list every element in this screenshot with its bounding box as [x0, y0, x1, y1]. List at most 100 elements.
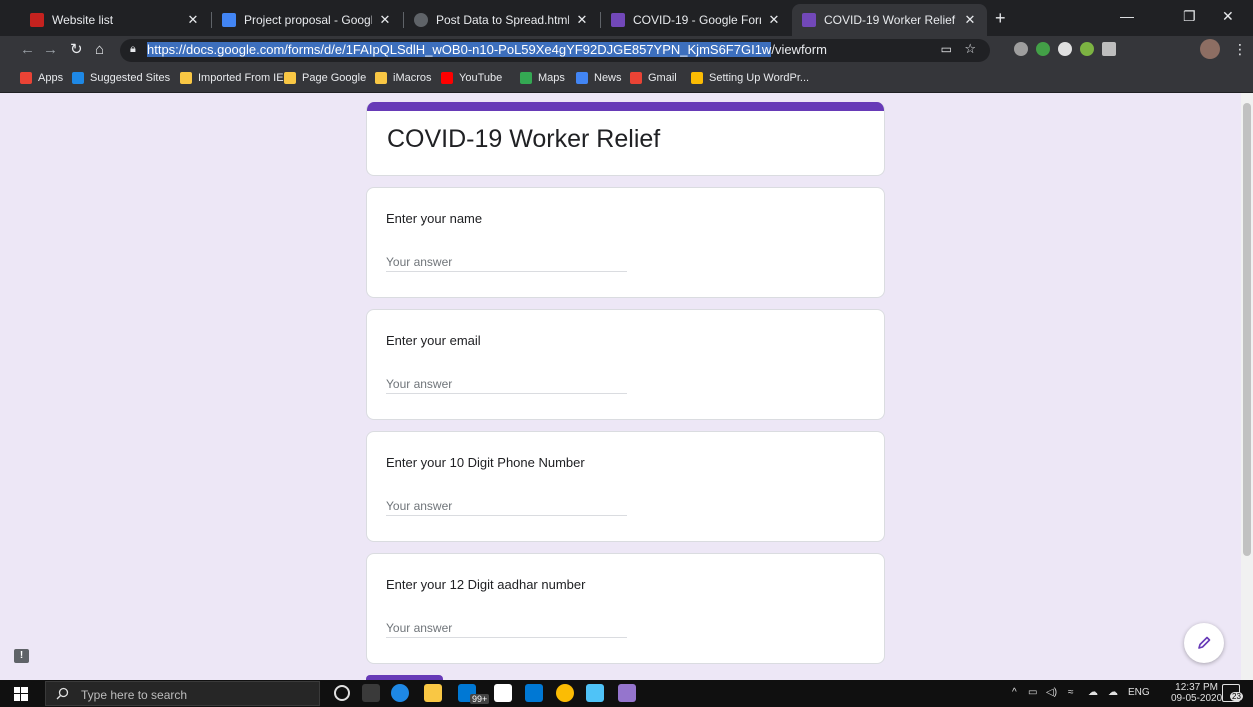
email-input[interactable]: [386, 374, 627, 394]
tray-chevron-icon[interactable]: ^: [1012, 687, 1017, 698]
bookmark-gmail[interactable]: Gmail: [630, 72, 677, 84]
cast-icon[interactable]: ▭: [941, 42, 952, 56]
globe-icon: [414, 13, 428, 27]
new-tab-button[interactable]: +: [995, 9, 1006, 27]
tab-post-data[interactable]: Post Data to Spread.html ✕: [404, 4, 599, 36]
question-label: Enter your email: [386, 333, 481, 348]
extension-icon[interactable]: [1080, 42, 1094, 56]
file-explorer-icon[interactable]: [424, 684, 442, 702]
tab-close-icon[interactable]: ✕: [767, 12, 781, 28]
bookmark-page-google[interactable]: Page Google: [284, 72, 366, 84]
tab-website-list[interactable]: Website list ✕: [20, 4, 210, 36]
bookmark-news[interactable]: News: [576, 72, 622, 84]
scrollbar-thumb[interactable]: [1243, 103, 1251, 556]
wordpress-icon: [691, 72, 703, 84]
bookmark-wordpress[interactable]: Setting Up WordPr...: [691, 72, 809, 84]
bookmark-label: Setting Up WordPr...: [709, 72, 810, 84]
bookmark-apps[interactable]: Apps: [20, 72, 63, 84]
tab-covid-forms[interactable]: COVID-19 - Google Forms ✕: [601, 4, 791, 36]
tab-title: Website list: [52, 13, 114, 27]
bing-icon: [72, 72, 84, 84]
vscode-icon[interactable]: [525, 684, 543, 702]
extension-record-icon[interactable]: [1058, 42, 1072, 56]
windows-start-icon[interactable]: [14, 687, 28, 701]
page-scrollbar[interactable]: [1241, 93, 1253, 680]
url-rest-part: /viewform: [771, 42, 827, 57]
extension-icon[interactable]: [1102, 42, 1116, 56]
form-title-card: COVID-19 Worker Relief: [366, 102, 885, 176]
onedrive-icon[interactable]: ☁: [1088, 687, 1098, 698]
tab-strip: Website list ✕ Project proposal - Google…: [0, 0, 1253, 36]
url-selected-part: https://docs.google.com/forms/d/e/1FAIpQ…: [147, 42, 772, 57]
bookmark-label: Apps: [38, 72, 64, 84]
question-card-aadhar: Enter your 12 Digit aadhar number: [366, 553, 885, 664]
search-icon: [56, 687, 69, 700]
bookmark-imacros[interactable]: iMacros: [375, 72, 432, 84]
forward-button[interactable]: →: [43, 41, 58, 59]
cortana-icon[interactable]: [334, 685, 350, 701]
taskbar-clock[interactable]: 12:37 PM 09-05-2020: [1171, 682, 1222, 704]
app-icon[interactable]: [586, 684, 604, 702]
language-indicator[interactable]: ENG: [1128, 687, 1150, 698]
phone-input[interactable]: [386, 496, 627, 516]
news-icon: [576, 72, 588, 84]
feedback-icon[interactable]: !: [14, 649, 29, 663]
tab-title: Project proposal - Google Docs: [244, 13, 372, 27]
edge-icon[interactable]: [391, 684, 409, 702]
question-label: Enter your 10 Digit Phone Number: [386, 455, 585, 470]
mail-badge: 99+: [470, 694, 490, 704]
extension-gear-icon[interactable]: [1036, 42, 1050, 56]
clock-time: 12:37 PM: [1175, 682, 1218, 693]
minimize-button[interactable]: —: [1120, 8, 1134, 24]
tab-project-proposal[interactable]: Project proposal - Google Docs ✕: [212, 4, 402, 36]
tab-close-icon[interactable]: ✕: [575, 12, 589, 28]
bookmark-star-icon[interactable]: ☆: [964, 41, 976, 57]
chrome-icon[interactable]: [556, 684, 574, 702]
bookmark-imported-from-ie[interactable]: Imported From IE: [180, 72, 284, 84]
bookmark-label: Suggested Sites: [90, 72, 171, 84]
edit-button[interactable]: [1184, 623, 1224, 663]
aadhar-input[interactable]: [386, 618, 627, 638]
bookmark-youtube[interactable]: YouTube: [441, 72, 502, 84]
reload-button[interactable]: ↻: [70, 41, 83, 59]
notification-badge: 23: [1230, 692, 1243, 701]
url-text[interactable]: https://docs.google.com/forms/d/e/1FAIpQ…: [147, 42, 827, 57]
taskbar-search[interactable]: Type here to search: [45, 681, 320, 706]
bookmark-suggested-sites[interactable]: Suggested Sites: [72, 72, 170, 84]
bookmark-label: Imported From IE: [198, 72, 284, 84]
folder-icon: [180, 72, 192, 84]
bookmark-label: Gmail: [648, 72, 677, 84]
task-view-icon[interactable]: [362, 684, 380, 702]
folder-icon: [375, 72, 387, 84]
apps-grid-icon: [20, 72, 32, 84]
tab-close-icon[interactable]: ✕: [378, 12, 392, 28]
folder-icon: [284, 72, 296, 84]
tab-covid-worker-relief[interactable]: COVID-19 Worker Relief ✕: [792, 4, 987, 36]
form-page: COVID-19 Worker Relief Enter your name E…: [0, 93, 1241, 680]
close-window-button[interactable]: ✕: [1222, 8, 1234, 25]
volume-icon[interactable]: ◁): [1046, 687, 1057, 698]
tab-title: Post Data to Spread.html: [436, 13, 569, 27]
cloud-icon[interactable]: ☁: [1108, 687, 1118, 698]
network-icon[interactable]: ≈: [1068, 687, 1074, 698]
bookmark-maps[interactable]: Maps: [520, 72, 565, 84]
back-button[interactable]: ←: [20, 41, 35, 59]
app-icon[interactable]: [618, 684, 636, 702]
home-button[interactable]: ⌂: [95, 41, 104, 59]
bookmark-label: iMacros: [393, 72, 432, 84]
google-docs-icon: [222, 13, 236, 27]
search-placeholder: Type here to search: [81, 688, 188, 702]
address-bar[interactable]: 🔒︎ https://docs.google.com/forms/d/e/1FA…: [120, 39, 990, 62]
menu-kebab-icon[interactable]: ⋮: [1233, 41, 1247, 58]
maximize-button[interactable]: ❐: [1183, 8, 1196, 25]
tab-close-icon[interactable]: ✕: [186, 12, 200, 28]
tab-close-icon[interactable]: ✕: [963, 12, 977, 28]
extension-icon[interactable]: [1014, 42, 1028, 56]
profile-avatar[interactable]: [1200, 39, 1220, 59]
bookmarks-bar: Apps Suggested Sites Imported From IE Pa…: [0, 65, 1253, 93]
store-icon[interactable]: [494, 684, 512, 702]
name-input[interactable]: [386, 252, 627, 272]
google-forms-icon: [802, 13, 816, 27]
battery-icon[interactable]: ▭: [1028, 687, 1037, 698]
gmail-icon: [630, 72, 642, 84]
